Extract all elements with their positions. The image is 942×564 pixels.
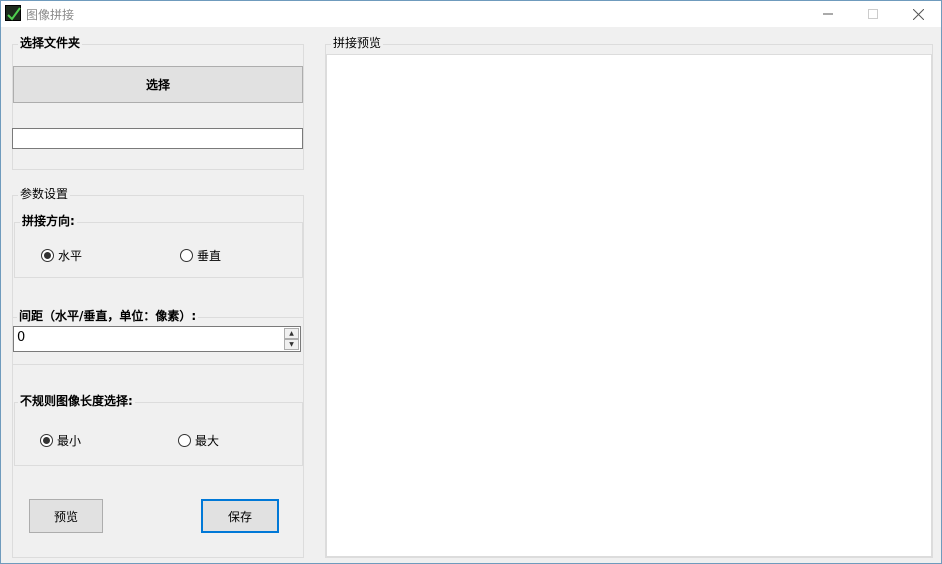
spacing-group-title: 间距（水平/垂直，单位：像素）: <box>17 309 199 323</box>
spin-up-icon[interactable]: ▲ <box>284 328 299 339</box>
spacing-stepper[interactable]: 0 ▲ ▼ <box>13 326 301 352</box>
radio-horizontal-circle[interactable] <box>41 249 54 262</box>
spin-down-icon[interactable]: ▼ <box>284 339 299 350</box>
spin-arrows: ▲ ▼ <box>284 328 299 350</box>
folder-path-field[interactable] <box>12 128 303 149</box>
radio-min-label: 最小 <box>57 434 82 448</box>
preview-button-label: 预览 <box>53 509 78 524</box>
select-folder-button[interactable]: 选择 <box>13 66 303 103</box>
radio-horizontal[interactable]: 水平 <box>41 247 82 264</box>
preview-image-area <box>326 54 932 557</box>
window-title: 图像拼接 <box>26 8 75 22</box>
radio-horizontal-label: 水平 <box>58 249 83 263</box>
radio-min[interactable]: 最小 <box>40 432 81 449</box>
params-group-title: 参数设置 <box>18 187 71 201</box>
folder-group <box>12 44 304 170</box>
radio-vertical-circle[interactable] <box>180 249 193 262</box>
title-bar[interactable]: 图像拼接 <box>1 1 941 27</box>
select-folder-label: 选择 <box>145 78 170 92</box>
preview-button[interactable]: 预览 <box>29 499 103 533</box>
checkmark-app-icon <box>5 5 21 21</box>
radio-max[interactable]: 最大 <box>178 432 219 449</box>
close-icon[interactable] <box>895 1 941 27</box>
radio-vertical-label: 垂直 <box>197 249 222 263</box>
save-button-label: 保存 <box>227 509 252 524</box>
irregular-group-title: 不规则图像长度选择: <box>18 394 135 408</box>
spacing-value: 0 <box>17 330 26 345</box>
maximize-icon[interactable] <box>850 1 896 27</box>
radio-min-circle[interactable] <box>40 434 53 447</box>
radio-max-label: 最大 <box>195 434 220 448</box>
radio-max-circle[interactable] <box>178 434 191 447</box>
save-button[interactable]: 保存 <box>201 499 279 533</box>
preview-group-title: 拼接预览 <box>331 36 384 50</box>
minimize-icon[interactable] <box>805 1 851 27</box>
radio-vertical[interactable]: 垂直 <box>180 247 221 264</box>
direction-group-title: 拼接方向: <box>20 214 77 228</box>
folder-group-title: 选择文件夹 <box>18 36 83 50</box>
